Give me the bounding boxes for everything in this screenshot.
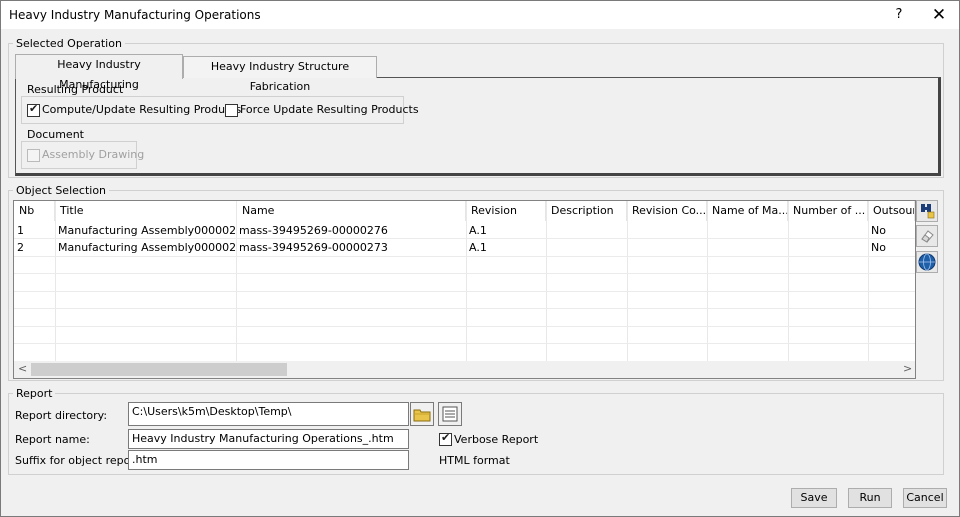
- cancel-button[interactable]: Cancel: [903, 488, 947, 508]
- cell-nb: 1: [17, 224, 24, 237]
- save-button[interactable]: Save: [791, 488, 837, 508]
- table-row[interactable]: 2 Manufacturing Assembly00000273 mass-39…: [14, 239, 915, 256]
- cell-number-of: [788, 239, 868, 256]
- document-legend: Document: [24, 129, 87, 141]
- column-header-description[interactable]: Description: [546, 201, 627, 221]
- html-format-label: HTML format: [439, 454, 510, 467]
- cell-revision: A.1: [469, 241, 487, 254]
- report-directory-field[interactable]: C:\Users\k5m\Desktop\Temp\: [128, 402, 409, 426]
- cell-name-of-manufacturer: [707, 239, 788, 256]
- cell-title: Manufacturing Assembly00000273: [58, 241, 236, 254]
- cell-revision-comment: [627, 239, 707, 256]
- help-button[interactable]: ?: [889, 5, 909, 25]
- suffix-label: Suffix for object report:: [15, 454, 143, 467]
- scroll-right-arrow[interactable]: >: [903, 362, 912, 375]
- globe-icon: [918, 253, 936, 271]
- checkmark-icon: ✔: [29, 102, 39, 115]
- cell-description: [546, 239, 627, 256]
- report-directory-label: Report directory:: [15, 409, 108, 422]
- cell-name: mass-39495269-00000276: [239, 224, 388, 237]
- grid-line: [14, 291, 915, 292]
- column-header-revision-comment[interactable]: Revision Co...: [627, 201, 707, 221]
- compute-update-label: Compute/Update Resulting Products: [42, 103, 242, 116]
- tab-heavy-industry-structure-fabrication[interactable]: Heavy Industry Structure Fabrication: [183, 56, 377, 93]
- tab-label: Heavy Industry Manufacturing: [57, 58, 141, 91]
- cell-number-of: [788, 222, 868, 239]
- object-selection-legend: Object Selection: [13, 185, 110, 197]
- force-update-label: Force Update Resulting Products: [240, 103, 419, 116]
- column-header-nb[interactable]: Nb: [14, 201, 55, 221]
- search-icon: [921, 204, 935, 219]
- verbose-report-label: Verbose Report: [454, 433, 539, 446]
- cell-description: [546, 222, 627, 239]
- cell-nb: 2: [17, 241, 24, 254]
- grid-line: [14, 308, 915, 309]
- eraser-button[interactable]: [916, 225, 938, 247]
- scroll-left-arrow[interactable]: <: [18, 362, 27, 375]
- verbose-report-checkbox[interactable]: ✔: [439, 431, 452, 446]
- globe-button[interactable]: [916, 251, 938, 273]
- selected-operation-legend: Selected Operation: [13, 38, 125, 50]
- title-bar: Heavy Industry Manufacturing Operations …: [1, 1, 959, 29]
- grid-line: [14, 256, 915, 257]
- suffix-field[interactable]: .htm: [128, 450, 409, 470]
- report-icon: [442, 406, 458, 422]
- column-header-revision[interactable]: Revision: [466, 201, 546, 221]
- scrollbar-thumb[interactable]: [31, 363, 287, 376]
- cell-outsourced: No: [871, 224, 886, 237]
- folder-icon: [413, 409, 431, 422]
- cell-outsourced: No: [871, 241, 886, 254]
- eraser-icon: [921, 230, 934, 243]
- grid-line: [14, 326, 915, 327]
- tab-panel: [15, 77, 941, 176]
- search-button[interactable]: [916, 200, 938, 222]
- grid-line: [14, 273, 915, 274]
- browse-folder-button[interactable]: [410, 402, 434, 426]
- column-header-name-of-manufacturer[interactable]: Name of Ma...: [707, 201, 788, 221]
- report-name-label: Report name:: [15, 433, 90, 446]
- cell-name-of-manufacturer: [707, 222, 788, 239]
- report-list-button[interactable]: [438, 402, 462, 426]
- table-row[interactable]: 1 Manufacturing Assembly00000276 mass-39…: [14, 222, 915, 239]
- column-header-title[interactable]: Title: [55, 201, 237, 221]
- report-legend: Report: [13, 388, 56, 400]
- object-table: Nb Title Name Revision Description Revis…: [13, 200, 916, 379]
- force-update-checkbox[interactable]: [225, 104, 238, 117]
- column-header-name[interactable]: Name: [237, 201, 466, 221]
- cell-revision: A.1: [469, 224, 487, 237]
- column-header-number-of[interactable]: Number of ...: [788, 201, 868, 221]
- column-header-outsourced[interactable]: Outsourc: [868, 201, 915, 221]
- checkmark-icon: ✔: [441, 431, 451, 444]
- cell-title: Manufacturing Assembly00000276: [58, 224, 236, 237]
- compute-update-checkbox[interactable]: ✔: [27, 102, 40, 117]
- report-name-field[interactable]: Heavy Industry Manufacturing Operations_…: [128, 429, 409, 449]
- horizontal-scrollbar[interactable]: < >: [14, 361, 915, 378]
- run-button[interactable]: Run: [848, 488, 892, 508]
- cell-revision-comment: [627, 222, 707, 239]
- assembly-drawing-label: Assembly Drawing: [42, 148, 145, 161]
- window-title: Heavy Industry Manufacturing Operations: [9, 8, 261, 22]
- cell-name: mass-39495269-00000273: [239, 241, 388, 254]
- tab-heavy-industry-manufacturing[interactable]: Heavy Industry Manufacturing: [15, 54, 183, 91]
- assembly-drawing-checkbox[interactable]: [27, 149, 40, 162]
- grid-line: [14, 343, 915, 344]
- close-button[interactable]: ✕: [927, 5, 951, 25]
